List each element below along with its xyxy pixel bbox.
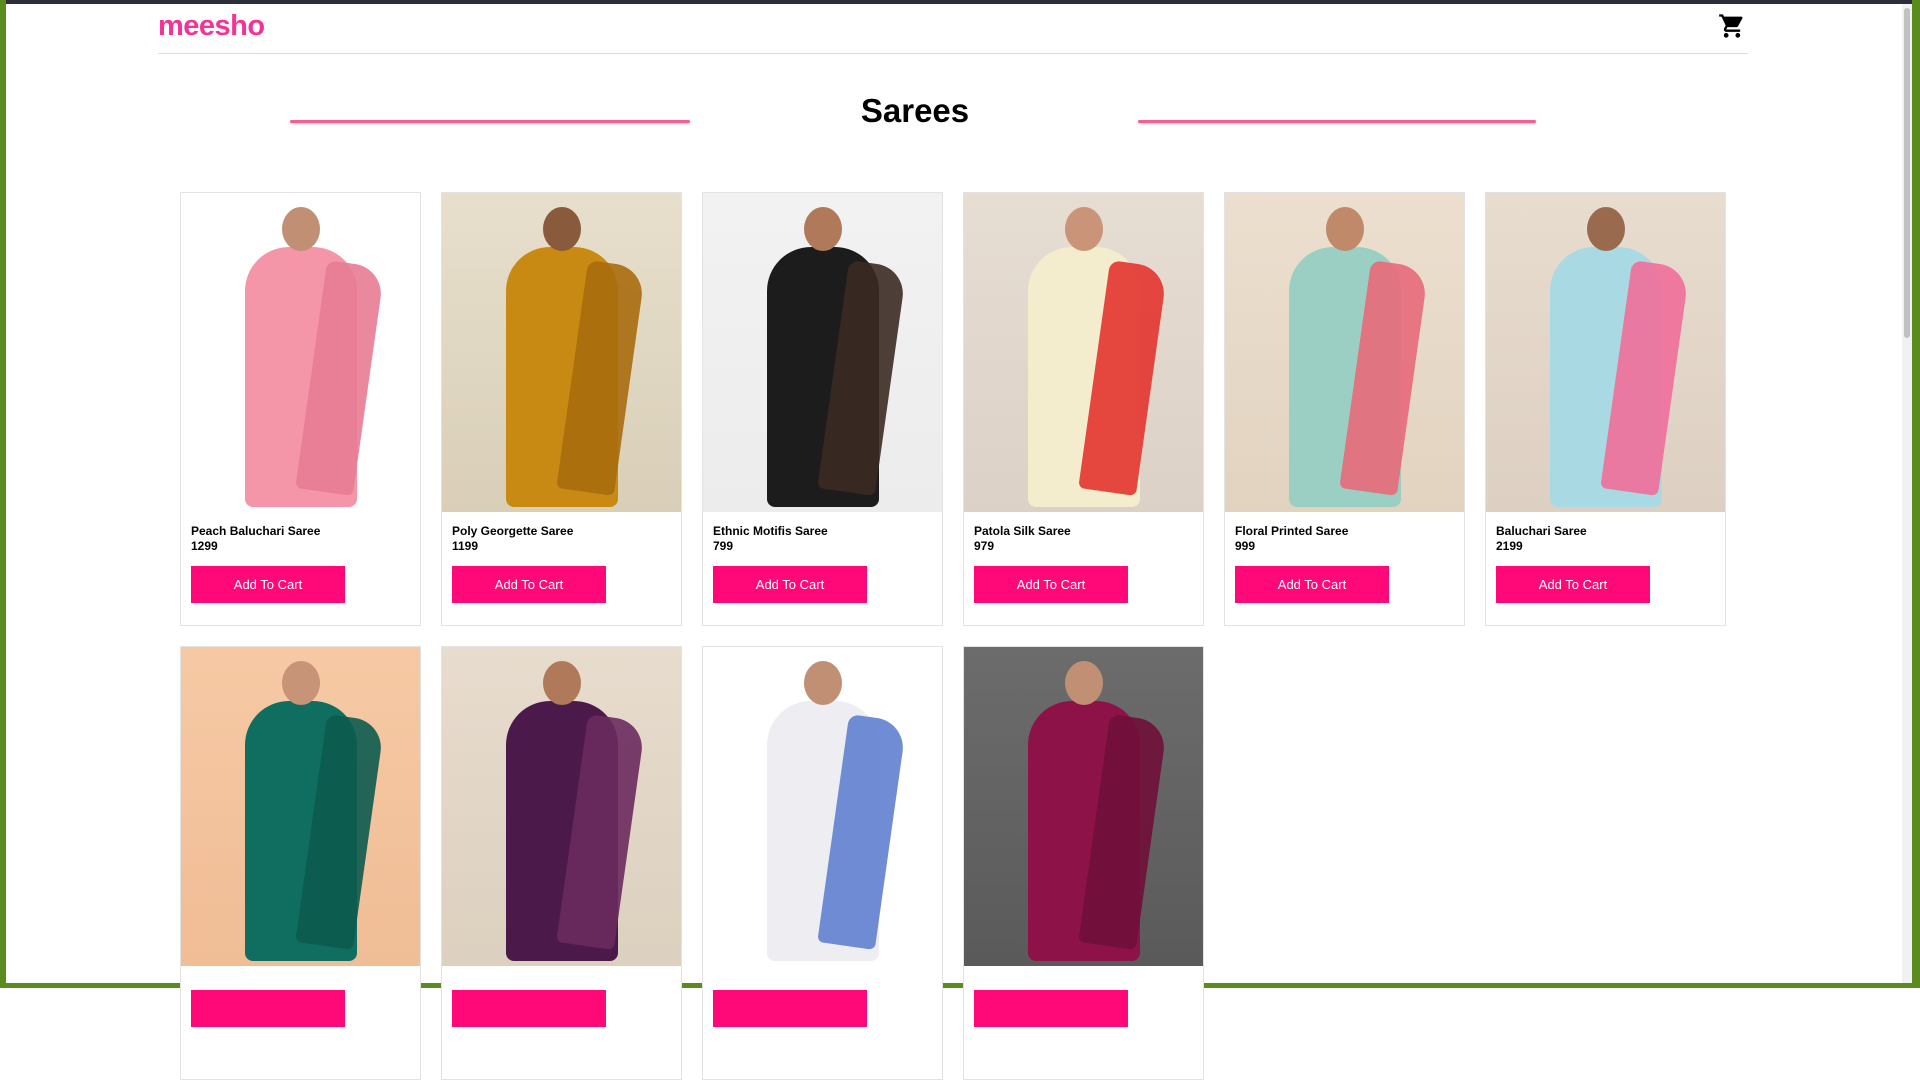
product-price: 999 [1235,539,1256,553]
product-image[interactable] [181,647,420,966]
brand-logo[interactable]: meesho [158,10,265,43]
product-info [964,966,1203,1027]
product-price: 1199 [452,539,479,553]
product-card[interactable] [441,646,682,1080]
model-head [803,661,842,705]
product-card[interactable] [180,646,421,1080]
product-info: Ethnic Motifis Saree 799 Add To Cart [703,512,942,603]
product-info [442,966,681,1027]
product-image[interactable] [964,193,1203,512]
product-price: 799 [713,539,734,553]
window-right-border [1912,0,1920,988]
model-head [1064,661,1103,705]
product-image[interactable] [1486,193,1725,512]
add-to-cart-button[interactable] [713,990,867,1027]
product-name: Patola Silk Saree [974,524,1071,538]
add-to-cart-button[interactable] [191,990,345,1027]
add-to-cart-button[interactable] [974,990,1128,1027]
product-card[interactable]: Poly Georgette Saree 1199 Add To Cart [441,192,682,626]
model-head [281,661,320,705]
product-card[interactable]: Patola Silk Saree 979 Add To Cart [963,192,1204,626]
product-image[interactable] [181,193,420,512]
product-image[interactable] [442,193,681,512]
model-head [1064,207,1103,251]
product-card[interactable]: Baluchari Saree 2199 Add To Cart [1485,192,1726,626]
add-to-cart-button[interactable]: Add To Cart [1235,566,1389,603]
cart-button[interactable] [1718,12,1746,40]
product-card[interactable] [963,646,1204,1080]
title-divider-right [1138,120,1536,123]
add-to-cart-button[interactable]: Add To Cart [1496,566,1650,603]
product-info: Baluchari Saree 2199 Add To Cart [1486,512,1725,603]
product-image[interactable] [442,647,681,966]
product-image[interactable] [1225,193,1464,512]
product-grid: Peach Baluchari Saree 1299 Add To Cart P… [180,192,1726,1080]
product-name: Poly Georgette Saree [452,524,574,538]
page-title: Sarees [860,92,970,129]
product-info: Floral Printed Saree 999 Add To Cart [1225,512,1464,603]
product-info [703,966,942,1027]
product-image[interactable] [964,647,1203,966]
add-to-cart-button[interactable]: Add To Cart [974,566,1128,603]
product-price: 2199 [1496,539,1523,553]
add-to-cart-button[interactable] [452,990,606,1027]
product-price: 1299 [191,539,218,553]
page-scrollbar[interactable] [1902,4,1912,983]
product-card[interactable]: Peach Baluchari Saree 1299 Add To Cart [180,192,421,626]
add-to-cart-button[interactable]: Add To Cart [452,566,606,603]
scrollbar-thumb[interactable] [1904,8,1910,338]
product-info: Peach Baluchari Saree 1299 Add To Cart [181,512,420,603]
product-name: Floral Printed Saree [1235,524,1349,538]
model-head [542,661,581,705]
product-info [181,966,420,1027]
navbar: meesho [158,4,1748,54]
model-head [803,207,842,251]
product-info: Poly Georgette Saree 1199 Add To Cart [442,512,681,603]
product-image[interactable] [703,193,942,512]
product-name: Ethnic Motifis Saree [713,524,828,538]
product-name: Peach Baluchari Saree [191,524,321,538]
product-info: Patola Silk Saree 979 Add To Cart [964,512,1203,603]
add-to-cart-button[interactable]: Add To Cart [713,566,867,603]
model-head [542,207,581,251]
product-card[interactable]: Ethnic Motifis Saree 799 Add To Cart [702,192,943,626]
product-price: 979 [974,539,995,553]
model-head [1586,207,1625,251]
product-name: Baluchari Saree [1496,524,1587,538]
shopping-cart-icon [1719,14,1743,38]
add-to-cart-button[interactable]: Add To Cart [191,566,345,603]
product-image[interactable] [703,647,942,966]
window-left-border [0,0,6,988]
product-card[interactable]: Floral Printed Saree 999 Add To Cart [1224,192,1465,626]
model-head [281,207,320,251]
product-card[interactable] [702,646,943,1080]
model-head [1325,207,1364,251]
page-container: meesho Sarees Peach Baluchari Saree 1299… [158,4,1748,1080]
